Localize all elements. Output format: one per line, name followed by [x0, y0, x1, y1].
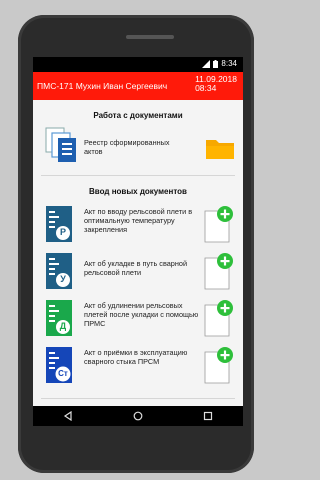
document-label: Акт по вводу рельсовой плети в оптимальн…: [84, 207, 193, 234]
document-label: Акт об укладке в путь сварной рельсовой …: [84, 259, 188, 277]
list-item[interactable]: Ст Акт о приёмки в эксплуатацию сварного…: [33, 343, 243, 389]
documents-icon: [45, 127, 76, 162]
battery-icon: [213, 59, 219, 68]
document-letter: У: [60, 274, 66, 284]
document-letter: Д: [59, 321, 67, 331]
add-document-icon[interactable]: [203, 299, 233, 337]
app-datetime: 11.09.2018 08:34: [195, 75, 237, 93]
registry-row[interactable]: Реестр сформированных актов: [33, 125, 243, 171]
home-icon[interactable]: [133, 411, 143, 421]
back-icon[interactable]: [63, 411, 73, 421]
section-divider: [41, 175, 235, 176]
list-item[interactable]: Д Акт об удлинении рельсовых плетей посл…: [33, 296, 243, 342]
document-letter: Р: [59, 227, 66, 237]
list-item[interactable]: Р Акт по вводу рельсовой плети в оптимал…: [33, 202, 243, 248]
nav-bar: [33, 406, 243, 426]
registry-label: Реестр сформированных актов: [84, 138, 170, 156]
status-bar: 8:34: [33, 57, 243, 72]
document-label: Акт об удлинении рельсовых плетей после …: [84, 301, 199, 328]
new-docs-title: Ввод новых документов: [89, 187, 187, 196]
add-document-icon[interactable]: [203, 252, 233, 290]
app-bar: ПМС-171 Мухин Иван Сергеевич 11.09.2018 …: [33, 72, 243, 100]
status-time: 8:34: [221, 59, 237, 68]
document-label: Акт о приёмки в эксплуатацию сварного ст…: [84, 348, 188, 366]
signal-icon: [202, 59, 211, 68]
folder-icon[interactable]: [205, 136, 235, 160]
work-docs-title: Работа с документами: [93, 111, 183, 120]
add-document-icon[interactable]: [203, 346, 233, 384]
bottom-divider: [41, 398, 235, 399]
phone-speaker: [126, 35, 174, 39]
add-document-icon[interactable]: [203, 205, 233, 243]
app-time: 08:34: [195, 83, 217, 93]
screen: 8:34 ПМС-171 Мухин Иван Сергеевич 11.09.…: [33, 57, 243, 426]
recents-icon[interactable]: [203, 411, 213, 421]
app-title: ПМС-171 Мухин Иван Сергеевич: [37, 81, 168, 91]
list-item[interactable]: У Акт об укладке в путь сварной рельсово…: [33, 249, 243, 295]
document-letter: Ст: [58, 369, 68, 378]
